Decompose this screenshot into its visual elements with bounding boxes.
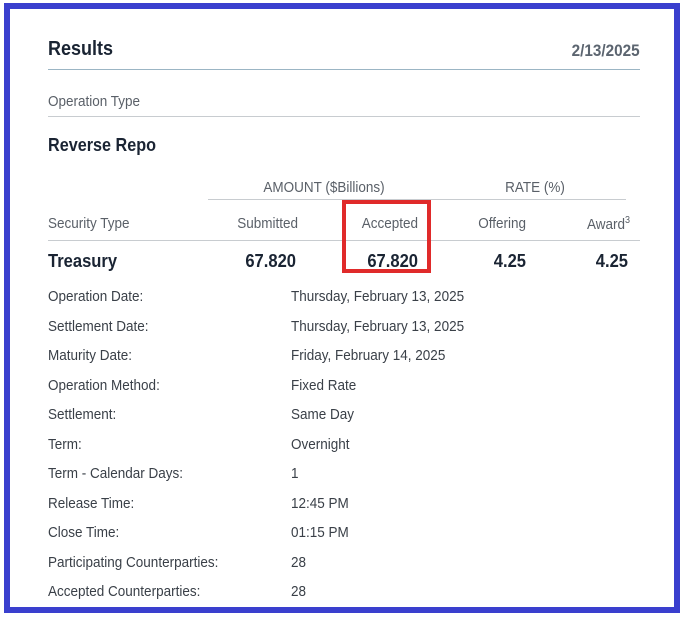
detail-value-maturity-date: Friday, February 14, 2025 — [291, 347, 446, 364]
detail-value-settlement: Same Day — [291, 406, 355, 423]
rate-group-header: RATE (%) — [505, 179, 565, 196]
operation-type-label: Operation Type — [48, 93, 141, 110]
detail-label-term-calendar-days: Term - Calendar Days: — [48, 465, 184, 482]
amount-group-header: AMOUNT ($Billions) — [263, 179, 385, 196]
detail-label-release-time: Release Time: — [48, 495, 135, 512]
detail-value-term: Overnight — [291, 436, 350, 453]
detail-value-release-time: 12:45 PM — [291, 495, 349, 512]
detail-value-term-calendar-days: 1 — [291, 465, 299, 482]
results-header: Results 2/13/2025 — [48, 31, 640, 70]
detail-label-maturity-date: Maturity Date: — [48, 347, 133, 364]
results-date: 2/13/2025 — [571, 41, 640, 60]
detail-label-close-time: Close Time: — [48, 524, 120, 541]
detail-label-settlement-date: Settlement Date: — [48, 318, 149, 335]
detail-value-participating-counterparties: 28 — [291, 554, 307, 571]
award-column-header: Award3 — [547, 215, 630, 233]
detail-value-settlement-date: Thursday, February 13, 2025 — [291, 318, 465, 335]
results-panel-frame: Results 2/13/2025 Operation Type Reverse… — [4, 3, 680, 613]
detail-label-operation-date: Operation Date: — [48, 288, 144, 305]
detail-value-operation-method: Fixed Rate — [291, 377, 357, 394]
row-submitted-amount: 67.820 — [245, 251, 296, 271]
award-column-label: Award — [586, 216, 625, 233]
offering-column-header: Offering — [478, 215, 526, 232]
results-panel: Results 2/13/2025 Operation Type Reverse… — [48, 9, 640, 607]
row-award-rate: 4.25 — [595, 251, 628, 271]
detail-value-close-time: 01:15 PM — [291, 524, 349, 541]
accepted-highlight-box — [342, 200, 431, 273]
security-type-column-header: Security Type — [48, 215, 130, 232]
detail-value-operation-date: Thursday, February 13, 2025 — [291, 288, 465, 305]
detail-label-accepted-counterparties: Accepted Counterparties: — [48, 583, 201, 600]
row-security-type: Treasury — [48, 251, 118, 271]
detail-label-operation-method: Operation Method: — [48, 377, 160, 394]
row-offering-rate: 4.25 — [493, 251, 526, 271]
divider — [48, 116, 640, 117]
award-footnote-marker: 3 — [624, 215, 630, 226]
results-title: Results — [48, 38, 114, 60]
submitted-column-header: Submitted — [237, 215, 298, 232]
detail-label-participating-counterparties: Participating Counterparties: — [48, 554, 219, 571]
detail-label-term: Term: — [48, 436, 82, 453]
operation-type-value: Reverse Repo — [48, 135, 157, 155]
detail-label-settlement: Settlement: — [48, 406, 117, 423]
detail-value-accepted-counterparties: 28 — [291, 583, 307, 600]
